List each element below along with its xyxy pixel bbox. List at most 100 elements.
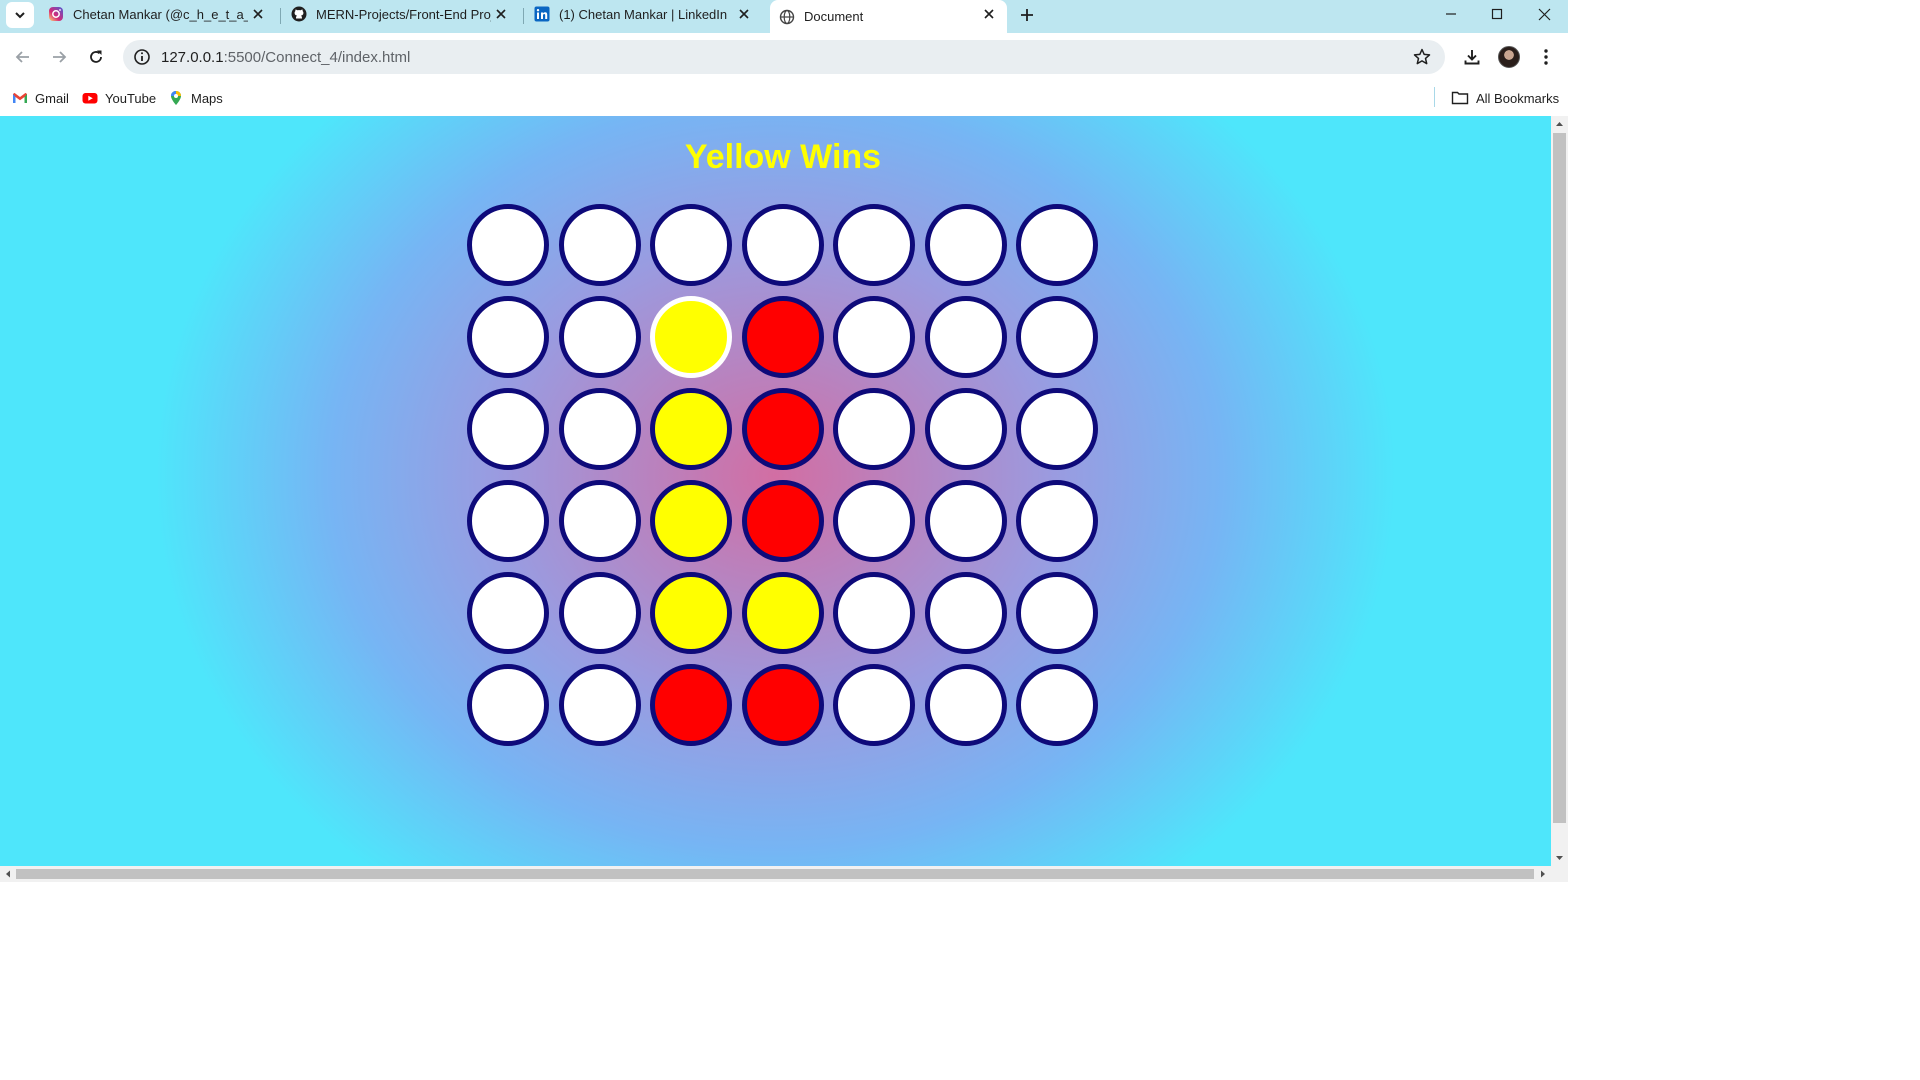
board-cell-r2-c1[interactable] bbox=[559, 388, 641, 470]
reload-icon bbox=[90, 50, 102, 63]
board-cell-r3-c2-yellow-piece[interactable] bbox=[650, 480, 732, 562]
site-info-icon[interactable] bbox=[133, 48, 151, 66]
board-cell-r4-c5[interactable] bbox=[925, 572, 1007, 654]
bookmark-label: YouTube bbox=[105, 90, 157, 106]
tab-document[interactable]: Document bbox=[770, 0, 1007, 33]
horizontal-scroll-thumb[interactable] bbox=[16, 869, 1534, 879]
horizontal-scrollbar[interactable] bbox=[0, 866, 1568, 882]
board-cell-r4-c0[interactable] bbox=[467, 572, 549, 654]
board-cell-r3-c5[interactable] bbox=[925, 480, 1007, 562]
back-button[interactable] bbox=[9, 43, 37, 71]
board-cell-r2-c3-red-piece[interactable] bbox=[742, 388, 824, 470]
tab-search-button[interactable] bbox=[6, 2, 34, 28]
url-path: :5500/Connect_4/index.html bbox=[223, 49, 411, 66]
download-icon bbox=[1464, 50, 1480, 65]
bookmark-gmail[interactable]: Gmail bbox=[12, 88, 69, 108]
board-cell-r0-c3[interactable] bbox=[742, 204, 824, 286]
minimize-button[interactable] bbox=[1428, 0, 1474, 28]
board-cell-r0-c6[interactable] bbox=[1016, 204, 1098, 286]
scroll-up-arrow-icon[interactable] bbox=[1551, 116, 1568, 133]
address-bar[interactable]: 127.0.0.1:5500/Connect_4/index.html bbox=[123, 40, 1445, 74]
maximize-icon bbox=[1491, 8, 1503, 20]
plus-icon bbox=[1021, 9, 1033, 21]
reload-button[interactable] bbox=[82, 43, 110, 71]
profile-avatar[interactable] bbox=[1498, 46, 1520, 68]
board-cell-r0-c2[interactable] bbox=[650, 204, 732, 286]
close-tab-icon[interactable] bbox=[981, 6, 997, 22]
board-cell-r4-c6[interactable] bbox=[1016, 572, 1098, 654]
board-cell-r2-c5[interactable] bbox=[925, 388, 1007, 470]
board-cell-r3-c1[interactable] bbox=[559, 480, 641, 562]
board-cell-r0-c0[interactable] bbox=[467, 204, 549, 286]
bookmark-maps[interactable]: Maps bbox=[168, 88, 223, 108]
scroll-left-arrow-icon[interactable] bbox=[0, 866, 16, 882]
downloads-button[interactable] bbox=[1460, 45, 1484, 69]
arrow-right-icon bbox=[53, 51, 67, 63]
bookmarks-bar: Gmail YouTube Maps All Bookmarks bbox=[0, 81, 1568, 116]
close-window-button[interactable] bbox=[1521, 0, 1567, 28]
bookmark-star-icon[interactable] bbox=[1413, 48, 1431, 66]
tab-github[interactable]: MERN-Projects/Front-End Proje bbox=[291, 0, 519, 28]
github-icon bbox=[291, 6, 307, 22]
url-host: 127.0.0.1 bbox=[161, 49, 224, 66]
menu-button[interactable] bbox=[1534, 45, 1558, 69]
board-cell-r1-c0[interactable] bbox=[467, 296, 549, 378]
url-text: 127.0.0.1:5500/Connect_4/index.html bbox=[161, 49, 410, 66]
new-tab-button[interactable] bbox=[1016, 4, 1038, 26]
board-cell-r1-c3-red-piece[interactable] bbox=[742, 296, 824, 378]
maximize-button[interactable] bbox=[1474, 0, 1520, 28]
board-cell-r3-c3-red-piece[interactable] bbox=[742, 480, 824, 562]
bookmark-youtube[interactable]: YouTube bbox=[82, 88, 156, 108]
vertical-scroll-thumb[interactable] bbox=[1553, 133, 1566, 823]
board-cell-r0-c1[interactable] bbox=[559, 204, 641, 286]
board-cell-r5-c3-red-piece[interactable] bbox=[742, 664, 824, 746]
board-cell-r2-c2-yellow-piece[interactable] bbox=[650, 388, 732, 470]
scroll-right-arrow-icon[interactable] bbox=[1535, 866, 1551, 882]
board-cell-r4-c4[interactable] bbox=[833, 572, 915, 654]
close-tab-icon[interactable] bbox=[250, 6, 266, 22]
board-cell-r2-c4[interactable] bbox=[833, 388, 915, 470]
board-cell-r1-c6[interactable] bbox=[1016, 296, 1098, 378]
tab-title: Chetan Mankar (@c_h_e_t_a_n_ bbox=[73, 6, 248, 22]
board-cell-r4-c2-yellow-piece[interactable] bbox=[650, 572, 732, 654]
globe-icon bbox=[779, 9, 795, 25]
youtube-icon bbox=[82, 93, 98, 104]
bookmarks-divider bbox=[1434, 87, 1435, 107]
board-cell-r3-c0[interactable] bbox=[467, 480, 549, 562]
vertical-scrollbar[interactable] bbox=[1551, 116, 1568, 866]
board-cell-r2-c0[interactable] bbox=[467, 388, 549, 470]
tab-instagram[interactable]: Chetan Mankar (@c_h_e_t_a_n_ bbox=[48, 0, 276, 28]
bookmark-label: Gmail bbox=[35, 90, 69, 106]
board-cell-r2-c6[interactable] bbox=[1016, 388, 1098, 470]
board-cell-r0-c4[interactable] bbox=[833, 204, 915, 286]
tab-title: Document bbox=[804, 9, 864, 24]
close-icon bbox=[1538, 8, 1550, 20]
close-tab-icon[interactable] bbox=[493, 6, 509, 22]
board-cell-r5-c6[interactable] bbox=[1016, 664, 1098, 746]
board-cell-r1-c1[interactable] bbox=[559, 296, 641, 378]
board-cell-r5-c5[interactable] bbox=[925, 664, 1007, 746]
instagram-icon bbox=[48, 6, 64, 22]
bookmark-label: All Bookmarks bbox=[1476, 90, 1560, 106]
forward-button[interactable] bbox=[45, 43, 73, 71]
scroll-down-arrow-icon[interactable] bbox=[1551, 849, 1568, 866]
board-cell-r3-c6[interactable] bbox=[1016, 480, 1098, 562]
board-cell-r5-c1[interactable] bbox=[559, 664, 641, 746]
maps-icon bbox=[171, 91, 181, 105]
board-cell-r5-c0[interactable] bbox=[467, 664, 549, 746]
close-tab-icon[interactable] bbox=[736, 6, 752, 22]
board-cell-r0-c5[interactable] bbox=[925, 204, 1007, 286]
board-cell-r1-c2-yellow-piece[interactable] bbox=[650, 296, 732, 378]
tab-linkedin[interactable]: (1) Chetan Mankar | LinkedIn bbox=[534, 0, 762, 28]
board-cell-r1-c4[interactable] bbox=[833, 296, 915, 378]
board-cell-r5-c4[interactable] bbox=[833, 664, 915, 746]
all-bookmarks-button[interactable]: All Bookmarks bbox=[1451, 88, 1559, 108]
connect-four-board bbox=[467, 204, 1107, 756]
board-cell-r3-c4[interactable] bbox=[833, 480, 915, 562]
arrow-left-icon bbox=[15, 51, 29, 63]
board-cell-r5-c2-red-piece[interactable] bbox=[650, 664, 732, 746]
board-cell-r4-c3-yellow-piece[interactable] bbox=[742, 572, 824, 654]
board-cell-r4-c1[interactable] bbox=[559, 572, 641, 654]
board-cell-r1-c5[interactable] bbox=[925, 296, 1007, 378]
page-viewport: Yellow Wins bbox=[0, 116, 1551, 866]
